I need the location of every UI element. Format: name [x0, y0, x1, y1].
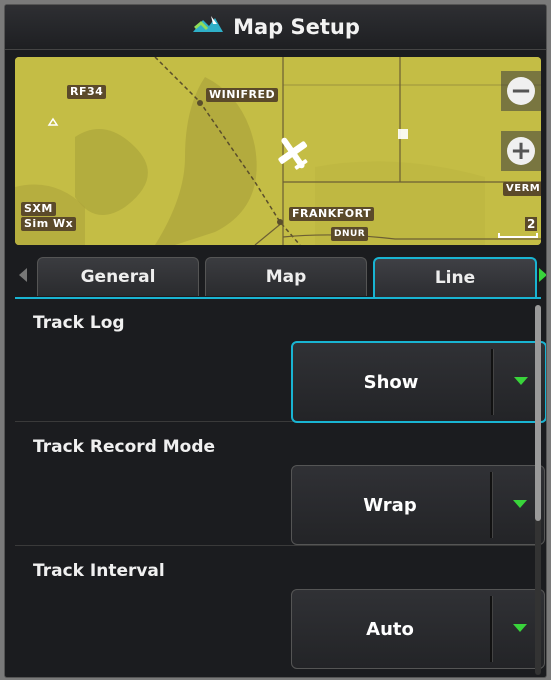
- map-label-airport: RF34: [67, 85, 107, 99]
- weather-source-label: SXM: [21, 202, 56, 216]
- line-settings-panel: Track Log Show Track Record Mode Wrap Tr…: [15, 297, 546, 677]
- map-scale: 2: [495, 211, 541, 241]
- tab-map[interactable]: Map: [205, 257, 367, 296]
- chevron-down-icon: [513, 500, 527, 508]
- tab-scroll-right-icon[interactable]: [539, 268, 546, 282]
- track-record-mode-dropdown[interactable]: Wrap: [291, 465, 545, 545]
- window-title: Map Setup: [233, 15, 360, 39]
- track-log-label: Track Log: [33, 313, 125, 333]
- dropdown-divider: [491, 349, 494, 415]
- dropdown-divider: [490, 472, 493, 538]
- tab-scroll-left-icon[interactable]: [19, 268, 27, 282]
- weather-mode-label: Sim Wx: [21, 217, 77, 231]
- map-label-winifred: WINIFRED: [206, 88, 279, 102]
- map-setup-icon: [191, 14, 225, 40]
- dropdown-divider: [490, 596, 493, 662]
- track-interval-label: Track Interval: [33, 561, 165, 581]
- tab-bar: General Map Line: [5, 255, 546, 299]
- track-log-value: Show: [363, 371, 419, 393]
- track-interval-dropdown[interactable]: Auto: [291, 589, 545, 669]
- tab-general[interactable]: General: [37, 257, 199, 296]
- track-interval-value: Auto: [366, 618, 414, 640]
- map-preview[interactable]: RF34 WINIFRED FRANKFORT DNUR VERMIL SXM …: [15, 57, 541, 245]
- tab-line[interactable]: Line: [373, 257, 537, 297]
- map-setup-window: Map Setup RF34 WINIFRED FRANKFORT DNUR V…: [4, 4, 547, 678]
- map-label-vermil: VERMIL: [503, 182, 541, 196]
- zoom-in-button[interactable]: +: [501, 131, 541, 171]
- track-log-dropdown[interactable]: Show: [291, 341, 546, 423]
- chevron-down-icon: [514, 377, 528, 385]
- zoom-out-icon: −: [507, 77, 535, 105]
- setting-row-track-record-mode: Track Record Mode Wrap: [15, 423, 545, 546]
- scrollbar-thumb[interactable]: [535, 305, 541, 521]
- track-record-mode-value: Wrap: [363, 494, 417, 516]
- track-record-mode-label: Track Record Mode: [33, 437, 216, 457]
- map-label-frankfort: FRANKFORT: [289, 207, 375, 221]
- setting-row-track-log: Track Log Show: [15, 299, 546, 423]
- scale-bar-icon: [498, 233, 538, 238]
- zoom-in-icon: +: [507, 137, 535, 165]
- map-label-navaid: DNUR: [331, 227, 369, 241]
- zoom-out-button[interactable]: −: [501, 71, 541, 111]
- chevron-down-icon: [513, 624, 527, 632]
- title-bar: Map Setup: [5, 5, 546, 50]
- setting-row-track-interval: Track Interval Auto: [15, 547, 545, 669]
- settings-scrollbar[interactable]: [535, 305, 541, 675]
